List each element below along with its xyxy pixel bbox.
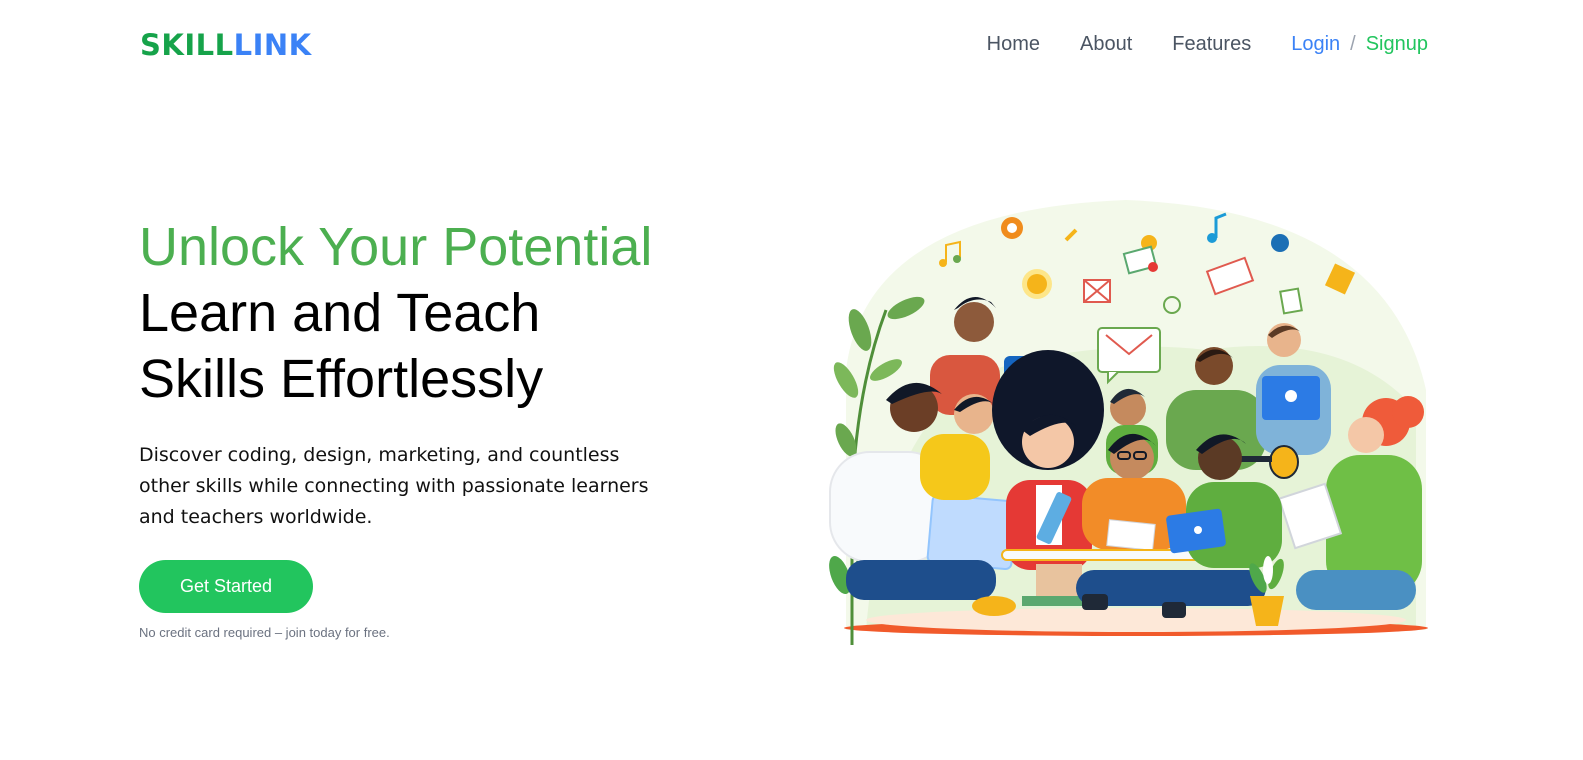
- auth-links: Login / Signup: [1291, 31, 1428, 57]
- brand-logo-part-skill: SKILL: [140, 28, 234, 62]
- hero-headline: Unlock Your Potential Learn and Teach Sk…: [139, 214, 699, 412]
- hero-headline-accent: Unlock Your Potential: [139, 217, 653, 277]
- nav-home-link[interactable]: Home: [987, 31, 1040, 57]
- signup-link[interactable]: Signup: [1366, 31, 1428, 57]
- hero-subtitle: Discover coding, design, marketing, and …: [139, 444, 649, 528]
- hero-headline-line-3: Skills Effortlessly: [139, 349, 544, 409]
- auth-separator: /: [1350, 33, 1356, 55]
- navbar: SKILLLINK Home About Features Login / Si…: [0, 0, 1583, 90]
- hero-headline-line-2: Learn and Teach: [139, 283, 541, 343]
- hero-section: Unlock Your Potential Learn and Teach Sk…: [139, 214, 699, 640]
- signup-note: No credit card required – join today for…: [139, 625, 390, 640]
- login-link[interactable]: Login: [1291, 31, 1340, 57]
- brand-logo[interactable]: SKILLLINK: [140, 28, 312, 62]
- nav-about-link[interactable]: About: [1080, 31, 1132, 57]
- nav-links: Home About Features Login / Signup: [987, 31, 1428, 57]
- nav-features-link[interactable]: Features: [1172, 31, 1251, 57]
- get-started-button[interactable]: Get Started: [139, 560, 313, 613]
- brand-logo-part-link: LINK: [233, 28, 312, 62]
- people-learning-illustration: [826, 190, 1430, 650]
